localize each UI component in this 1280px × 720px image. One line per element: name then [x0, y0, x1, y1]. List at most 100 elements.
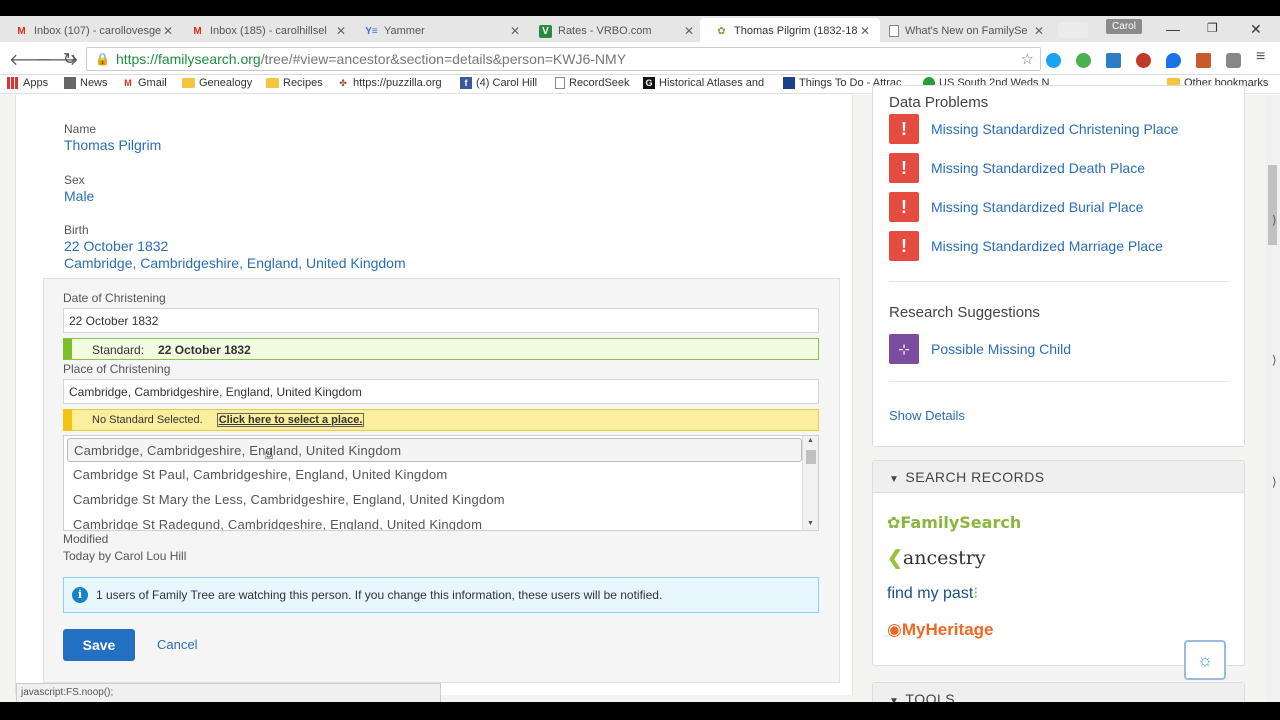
map-pin-icon[interactable] [1166, 53, 1181, 68]
save-button[interactable]: Save [63, 629, 135, 661]
close-tab-icon[interactable]: ✕ [334, 24, 348, 38]
gmail-icon: M [17, 25, 26, 37]
page-scrollbar[interactable] [1265, 95, 1280, 720]
gmail-icon: M [124, 78, 132, 88]
new-tab-button[interactable] [1058, 22, 1088, 38]
tab-vrbo[interactable]: V Rates - VRBO.com ✕ [524, 18, 704, 44]
suggestion-item[interactable]: Cambridge St Paul, Cambridgeshire, Engla… [67, 463, 802, 487]
suggestion-item[interactable]: Cambridge, Cambridgeshire, England, Unit… [67, 438, 802, 462]
scroll-down-icon[interactable]: ▼ [807, 520, 814, 527]
bookmark-recipes[interactable]: Recipes [266, 77, 323, 89]
problem-link[interactable]: Missing Standardized Death Place [931, 160, 1145, 176]
scroll-thumb[interactable] [806, 450, 816, 464]
problem-item[interactable]: ! Missing Standardized Burial Place [889, 192, 1143, 222]
bookmark-label: RecordSeek [569, 77, 630, 89]
tab-thomas-pilgrim[interactable]: ✿ Thomas Pilgrim (1832-18 ✕ [700, 18, 880, 44]
tab-title: What's New on FamilySe [905, 25, 1028, 37]
close-tab-icon[interactable]: ✕ [1032, 24, 1046, 38]
select-place-link[interactable]: Click here to select a place. [216, 413, 365, 427]
close-window-icon[interactable]: ✕ [1250, 21, 1262, 38]
bookmark-apps[interactable]: Apps [7, 77, 48, 89]
tab-strip: M Inbox (107) - carollovesge ✕ M Inbox (… [0, 0, 1280, 44]
place-suggestion-list[interactable]: Cambridge, Cambridgeshire, England, Unit… [63, 435, 819, 531]
tab-whats-new[interactable]: What's New on FamilySe ✕ [874, 18, 1054, 44]
close-tab-icon[interactable]: ✕ [161, 24, 175, 38]
tab-gmail-2[interactable]: M Inbox (185) - carolhillsel ✕ [176, 18, 356, 44]
lightbulb-feedback-button[interactable]: ☼ [1184, 640, 1226, 680]
alert-icon: ! [889, 114, 919, 144]
address-bar[interactable]: 🔒 https://familysearch.org/tree/#view=an… [86, 47, 1041, 71]
bookmark-label: News [80, 77, 108, 89]
tab-yammer[interactable]: Y≡ Yammer ✕ [350, 18, 530, 44]
cancel-link[interactable]: Cancel [157, 637, 197, 652]
christening-place-input[interactable]: Cambridge, Cambridgeshire, England, Unit… [63, 379, 819, 404]
bookmark-news[interactable]: News [64, 77, 108, 89]
collapse-triangle-icon: ▼ [889, 474, 900, 485]
research-suggestion-item[interactable]: ⊹ Possible Missing Child [889, 334, 1071, 364]
birth-label: Birth [64, 223, 89, 237]
christening-date-input[interactable]: 22 October 1832 [63, 308, 819, 333]
birth-place[interactable]: Cambridge, Cambridgeshire, England, Unit… [64, 255, 406, 271]
problem-link[interactable]: Missing Standardized Marriage Place [931, 238, 1163, 254]
close-tab-icon[interactable]: ✕ [682, 24, 696, 38]
suggestion-item[interactable]: Cambridge St Radegund, Cambridgeshire, E… [67, 513, 802, 530]
suggestion-scrollbar[interactable]: ▲ ▼ [802, 436, 818, 530]
findmypast-logo[interactable]: find my past⁝ [887, 583, 978, 603]
edge-glyph: ⟩ [1272, 353, 1277, 367]
person-name[interactable]: Thomas Pilgrim [64, 137, 161, 153]
research-help-card: Data Problems ! Missing Standardized Chri… [872, 85, 1245, 447]
modified-value: Today by Carol Lou Hill [63, 549, 187, 563]
bottom-border [0, 702, 1280, 720]
familysearch-tree-icon: ✿ [717, 25, 726, 37]
alert-icon: ! [889, 231, 919, 261]
ancestry-logo[interactable]: ❮ancestry [887, 547, 986, 569]
watchers-info-text: 1 users of Family Tree are watching this… [96, 588, 663, 602]
evernote-icon[interactable] [1076, 53, 1091, 68]
myheritage-logo[interactable]: ◉MyHeritage [887, 620, 993, 640]
bookmark-recordseek[interactable]: RecordSeek [555, 77, 630, 89]
close-tab-icon[interactable]: ✕ [858, 24, 872, 38]
bookmark-genealogy[interactable]: Genealogy [182, 77, 252, 89]
extension-icon[interactable] [1226, 53, 1241, 68]
person-sex[interactable]: Male [64, 188, 94, 204]
problem-item[interactable]: ! Missing Standardized Marriage Place [889, 231, 1163, 261]
problem-item[interactable]: ! Missing Standardized Christening Place [889, 114, 1178, 144]
url-host: https://familysearch.org [115, 51, 261, 67]
bookmark-label: (4) Carol Hill [476, 77, 538, 89]
show-details-link[interactable]: Show Details [889, 408, 965, 423]
profile-badge[interactable]: Carol [1106, 19, 1142, 34]
restore-icon[interactable]: ❐ [1207, 21, 1218, 35]
alert-icon: ! [889, 192, 919, 222]
birth-date[interactable]: 22 October 1832 [64, 238, 168, 254]
menu-icon[interactable]: ≡ [1256, 48, 1265, 66]
bookmark-star-icon[interactable]: ☆ [1021, 50, 1034, 68]
bookmark-historical-atlases[interactable]: G Historical Atlases and [643, 77, 764, 89]
tab-gmail-1[interactable]: M Inbox (107) - carollovesge ✕ [0, 18, 183, 44]
research-suggestion-link[interactable]: Possible Missing Child [931, 341, 1071, 357]
skype-icon[interactable] [1046, 53, 1061, 68]
bookmark-gmail[interactable]: M Gmail [122, 77, 166, 89]
extension-icon[interactable] [1136, 53, 1151, 68]
vrbo-icon: V [539, 24, 552, 38]
extension-icon[interactable] [1106, 53, 1121, 68]
bookmark-puzzilla[interactable]: ✤ https://puzzilla.org [337, 77, 441, 89]
familysearch-tree-icon: ✿ [887, 513, 901, 532]
search-records-header[interactable]: ▼ SEARCH RECORDS [873, 461, 1244, 493]
page-scroll-thumb[interactable] [1268, 165, 1277, 245]
problem-link[interactable]: Missing Standardized Christening Place [931, 121, 1178, 137]
familysearch-logo[interactable]: ✿FamilySearch [887, 513, 1021, 532]
name-label: Name [64, 122, 97, 136]
suggestion-item[interactable]: Cambridge St Mary the Less, Cambridgeshi… [67, 488, 802, 512]
minimize-icon[interactable]: — [1166, 21, 1180, 37]
scroll-up-icon[interactable]: ▲ [807, 437, 814, 444]
problem-item[interactable]: ! Missing Standardized Death Place [889, 153, 1145, 183]
reload-icon[interactable]: ↻ [63, 49, 76, 69]
findmypast-dots-icon: ⁝ [973, 585, 979, 602]
myheritage-logo-text: MyHeritage [901, 620, 994, 639]
no-standard-warning: No Standard Selected. Click here to selec… [63, 409, 819, 431]
close-tab-icon[interactable]: ✕ [508, 24, 522, 38]
problem-link[interactable]: Missing Standardized Burial Place [931, 199, 1143, 215]
extension-icon[interactable] [1196, 53, 1211, 68]
bookmark-facebook[interactable]: f (4) Carol Hill [460, 77, 537, 89]
standard-label: Standard: [92, 343, 145, 357]
